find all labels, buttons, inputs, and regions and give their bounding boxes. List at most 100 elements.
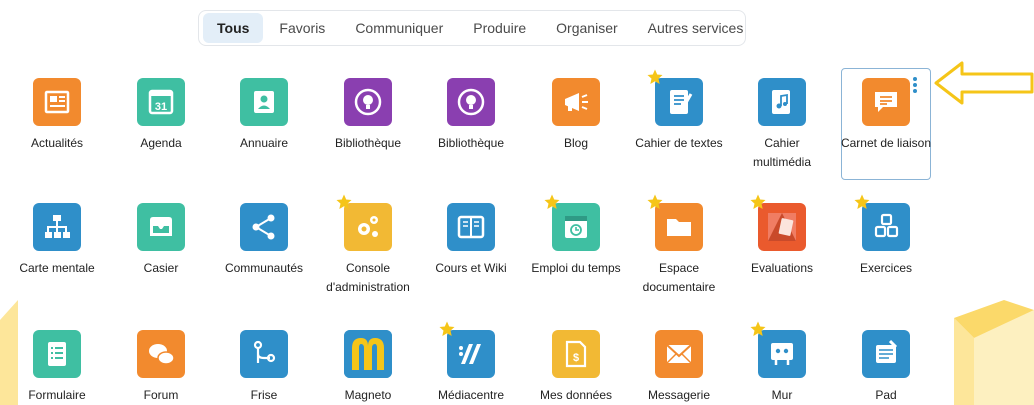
app-label: Bibliothèque [437,136,505,150]
newspaper-icon [33,78,81,126]
message-icon [862,78,910,126]
app-label: Annuaire [239,136,289,150]
app-tile-agenda[interactable]: 31 Agenda [115,78,207,153]
book-icon [447,203,495,251]
app-tile-médiacentre[interactable]: Médiacentre [425,321,517,405]
app-label: Pad [875,388,897,402]
music-notebook-icon [758,78,806,126]
app-tile-annuaire[interactable]: Annuaire [218,78,310,153]
app-label: Bibliothèque [334,136,402,150]
app-tile-magneto[interactable]: Magneto [322,330,414,405]
app-label: Blog [563,136,589,150]
svg-text:31: 31 [155,101,167,113]
tab-organiser[interactable]: Organiser [542,13,631,43]
app-tile-frise[interactable]: Frise [218,330,310,405]
app-tile-cahier-de-textes[interactable]: Cahier de textes [633,69,725,153]
notebook-icon [647,69,703,126]
app-label: Médiacentre [437,388,505,402]
app-label: Communautés [224,261,304,275]
app-label: Espace documentaire [642,261,716,294]
timeline-icon [240,330,288,378]
tab-favoris[interactable]: Favoris [265,13,339,43]
app-label: Exercices [859,261,912,275]
inbox-icon [137,203,185,251]
cubes-icon [854,194,910,251]
app-tile-forum[interactable]: Forum [115,330,207,405]
app-tile-mur[interactable]: Mur [736,321,828,405]
form-icon [33,330,81,378]
pointer-arrow-icon [934,61,1034,105]
app-tile-evaluations[interactable]: Evaluations [736,194,828,278]
gears-icon [336,194,392,251]
app-label: Casier [143,261,179,275]
app-tile-mes-données[interactable]: $ Mes données [530,330,622,405]
favorite-star-icon [336,194,352,209]
app-label: Frise [250,388,278,402]
favorite-star-icon [750,321,766,336]
app-tile-blog[interactable]: Blog [530,78,622,153]
app-label: Cahier multimédia [752,136,812,169]
calendar-icon: 31 [137,78,185,126]
magneto-logo-icon [344,330,392,378]
favorite-star-icon [854,194,870,209]
chat-bubbles-icon [137,330,185,378]
wall-icon [750,321,806,378]
app-tile-emploi-du-temps[interactable]: Emploi du temps [530,194,622,278]
app-tile-espace-documentaire[interactable]: Espace documentaire [633,194,725,297]
app-label: Emploi du temps [531,261,621,275]
app-label: Actualités [30,136,84,150]
app-tile-console-d-administration[interactable]: Console d'administration [322,194,414,297]
app-tile-exercices[interactable]: Exercices [840,194,932,278]
app-label: Messagerie [647,388,711,402]
tab-produire[interactable]: Produire [459,13,540,43]
app-label: Cours et Wiki [435,261,507,275]
app-label: Agenda [140,136,182,150]
tab-tous[interactable]: Tous [203,13,264,43]
tab-communiquer[interactable]: Communiquer [341,13,457,43]
app-tile-casier[interactable]: Casier [115,203,207,278]
share-icon [240,203,288,251]
folder-icon [647,194,703,251]
address-book-icon [240,78,288,126]
app-tile-messagerie[interactable]: Messagerie [633,330,725,405]
app-tile-carte-mentale[interactable]: Carte mentale [11,203,103,278]
favorite-star-icon [544,194,560,209]
evaluation-icon [750,194,806,251]
app-tile-pad[interactable]: Pad [840,330,932,405]
app-label: Cahier de textes [635,136,723,150]
category-tabs: Tous Favoris Communiquer Produire Organi… [198,10,746,46]
app-label: Console d'administration [326,261,410,294]
app-tile-carnet-de-liaison[interactable]: Carnet de liaison [840,78,932,153]
decorative-shape-right [954,300,1034,405]
app-label: Mes données [539,388,613,402]
pad-icon [862,330,910,378]
app-label: Mur [771,388,793,402]
sitemap-icon [33,203,81,251]
data-file-icon: $ [552,330,600,378]
app-label: Forum [143,388,179,402]
app-label: Evaluations [750,261,814,275]
megaphone-icon [552,78,600,126]
app-tile-cours-et-wiki[interactable]: Cours et Wiki [425,203,517,278]
app-label: Carnet de liaison [840,136,932,150]
favorite-star-icon [647,69,663,84]
app-tile-bibliothèque[interactable]: Bibliothèque [322,78,414,153]
app-tile-bibliothèque[interactable]: Bibliothèque [425,78,517,153]
svg-text:$: $ [573,352,579,364]
envelope-icon [655,330,703,378]
calendar-clock-icon [544,194,600,251]
lightbulb-icon [447,78,495,126]
tab-autres-services[interactable]: Autres services [634,13,758,43]
app-label: Magneto [344,388,392,402]
app-label: Carte mentale [19,261,95,275]
favorite-star-icon [439,321,455,336]
app-tile-formulaire[interactable]: Formulaire [11,330,103,405]
app-label: Formulaire [28,388,86,402]
app-tile-actualités[interactable]: Actualités [11,78,103,153]
mediacentre-icon [439,321,495,378]
app-tile-communautés[interactable]: Communautés [218,203,310,278]
favorite-star-icon [750,194,766,209]
favorite-star-icon [647,194,663,209]
lightbulb-icon [344,78,392,126]
app-tile-cahier-multimédia[interactable]: Cahier multimédia [736,78,828,172]
